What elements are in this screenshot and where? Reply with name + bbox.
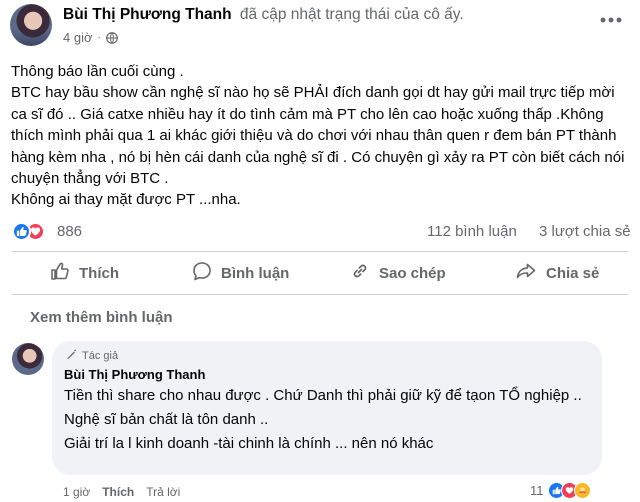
- post-body: Thông báo lần cuối cùng . BTC hay bầu sh…: [11, 61, 631, 211]
- thumbs-up-icon: [50, 261, 79, 285]
- post-body-line: Thông báo lần cuối cùng .: [11, 63, 184, 80]
- share-arrow-icon: [515, 261, 546, 285]
- author-badge: Tác giả: [66, 349, 118, 363]
- comment-line: Giải trí la l kinh doanh -tài chinh là c…: [64, 435, 434, 452]
- comment-button[interactable]: Bình luận: [192, 256, 289, 290]
- comment-time[interactable]: 1 giờ: [63, 485, 90, 499]
- commenter-avatar[interactable]: [12, 343, 44, 375]
- author-action: đã cập nhật trạng thái của cô ấy.: [239, 6, 464, 23]
- speech-bubble-icon: [192, 261, 221, 285]
- comment-like-button[interactable]: Thích: [102, 485, 134, 499]
- meta-separator: ·: [97, 32, 101, 43]
- divider: [12, 251, 628, 252]
- copy-label: Sao chép: [379, 264, 446, 282]
- post-header: Bùi Thị Phương Thanh đã cập nhật trạng t…: [0, 0, 640, 56]
- post-time[interactable]: 4 giờ: [63, 30, 93, 45]
- post-body-line: Không ai thay mặt được PT ...nha.: [11, 191, 241, 209]
- comment-reaction-count: 11: [530, 483, 544, 498]
- copy-button[interactable]: Sao chép: [350, 256, 446, 290]
- pencil-icon: [66, 349, 77, 363]
- view-more-comments-link[interactable]: Xem thêm bình luận: [30, 309, 173, 326]
- reaction-icons[interactable]: [12, 222, 50, 242]
- comment-footer: 1 giờ Thích Trả lời: [63, 485, 180, 499]
- reaction-count[interactable]: 886: [57, 223, 82, 240]
- divider: [12, 294, 628, 295]
- comment-reply-button[interactable]: Trả lời: [146, 485, 180, 499]
- comment-count[interactable]: 112 bình luận: [427, 223, 517, 240]
- share-label: Chia sẻ: [546, 264, 600, 282]
- action-bar: Thích Bình luận Sao chép Chia sẻ: [12, 256, 628, 290]
- like-label: Thích: [79, 264, 119, 282]
- author-badge-label: Tác giả: [82, 350, 119, 362]
- comment-author[interactable]: Bùi Thị Phương Thanh: [64, 367, 205, 382]
- globe-icon[interactable]: [105, 31, 118, 44]
- post-meta: 4 giờ ·: [63, 30, 118, 45]
- reactions-summary: 886 112 bình luận 3 lượt chia sẻ: [0, 218, 640, 246]
- care-reaction-icon: [573, 482, 591, 499]
- share-button[interactable]: Chia sẻ: [515, 256, 599, 290]
- post-body-line: BTC hay bầu show cần nghệ sĩ nào họ sẽ P…: [11, 84, 625, 188]
- share-count[interactable]: 3 lượt chia sẻ: [539, 223, 631, 240]
- comment-bubble: Tác giả Bùi Thị Phương Thanh Tiền thì sh…: [52, 341, 602, 475]
- comment-line: Nghệ sĩ bản chất là tôn danh ..: [64, 411, 269, 428]
- author-avatar[interactable]: [10, 4, 52, 46]
- comment-reactions[interactable]: 11: [530, 482, 591, 499]
- comment-line: Tiền thì share cho nhau được . Chứ Danh …: [64, 387, 582, 404]
- comment-label: Bình luận: [221, 264, 290, 282]
- like-button[interactable]: Thích: [50, 256, 119, 290]
- like-reaction-icon: [12, 222, 31, 241]
- author-line: Bùi Thị Phương Thanh đã cập nhật trạng t…: [63, 6, 464, 24]
- copy-icon: [350, 261, 379, 285]
- more-horizontal-icon[interactable]: [596, 8, 626, 32]
- comment-text: Tiền thì share cho nhau được . Chứ Danh …: [64, 385, 592, 457]
- author-name[interactable]: Bùi Thị Phương Thanh: [63, 6, 232, 23]
